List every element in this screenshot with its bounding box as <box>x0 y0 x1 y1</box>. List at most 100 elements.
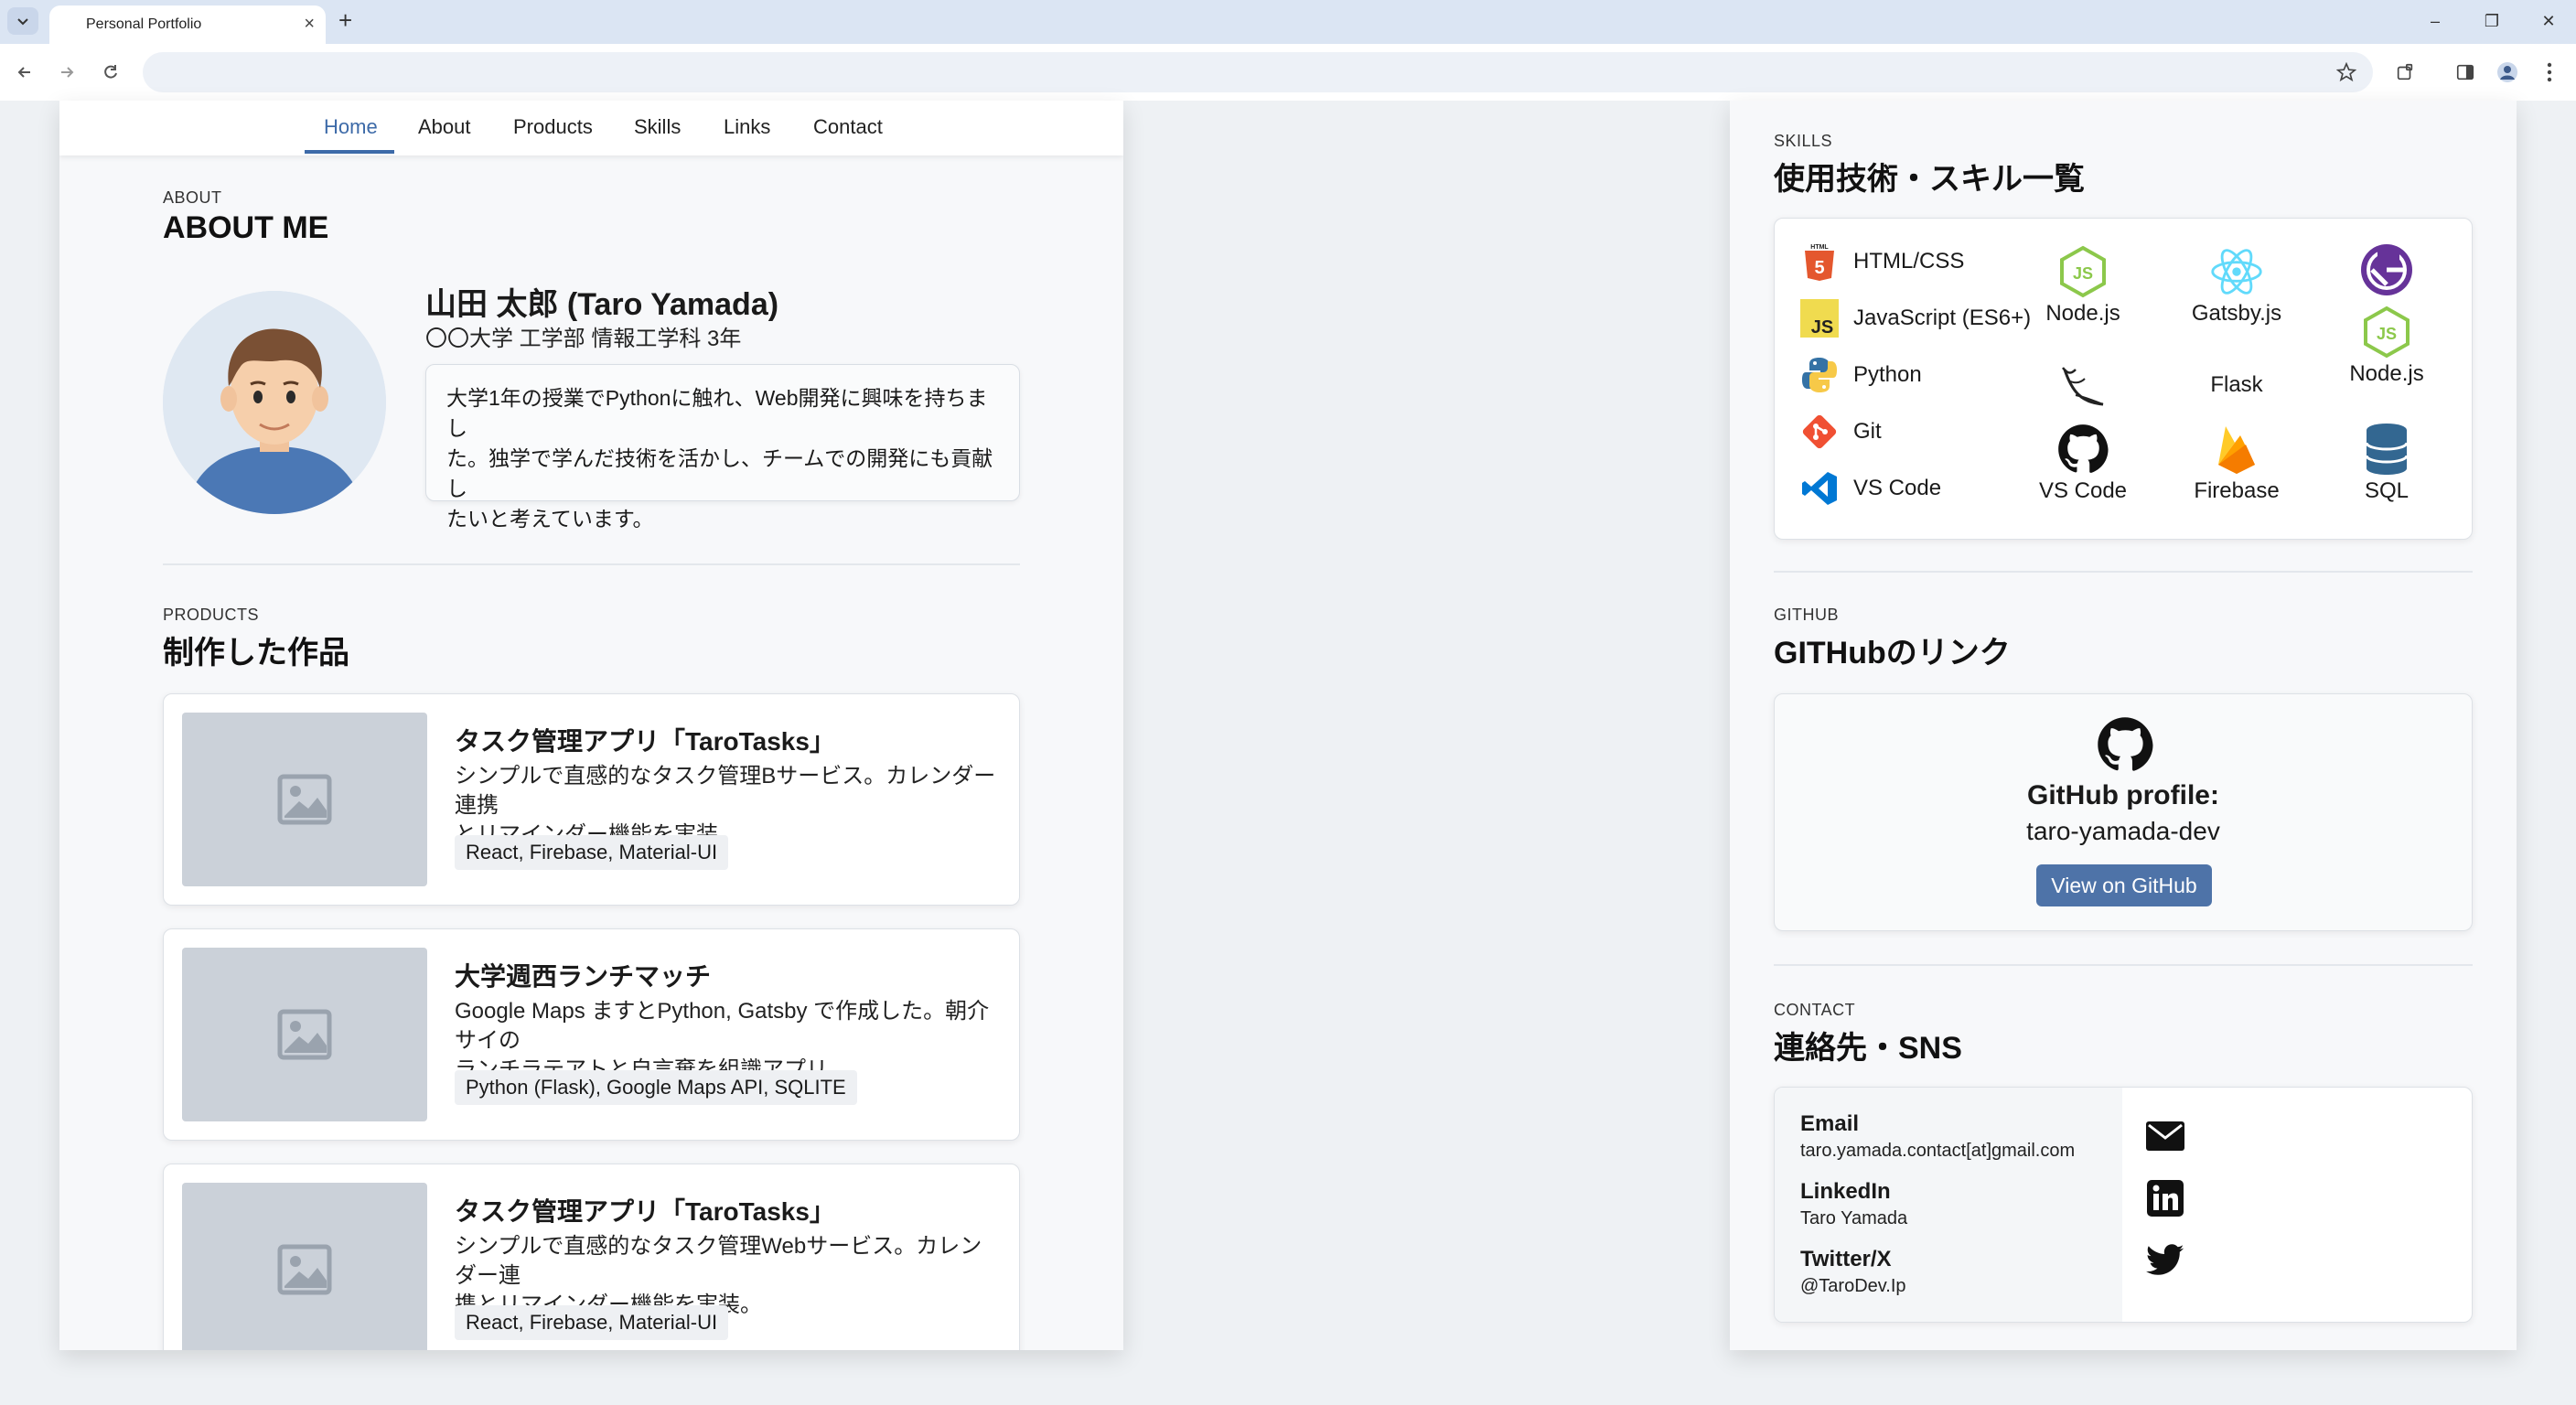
skill-github-vscode: VS Code <box>2014 422 2152 504</box>
contact-card: Email taro.yamada.contact[at]gmail.com L… <box>1774 1087 2473 1323</box>
site-navigation: Home About Products Skills Links Contact <box>59 101 1123 156</box>
skill-git: Git <box>1798 411 1882 453</box>
vscode-icon <box>1798 467 1841 509</box>
about-eyebrow: ABOUT <box>163 188 222 207</box>
side-panel-icon[interactable] <box>2452 59 2479 86</box>
browser-tab[interactable]: Personal Portfolio × <box>49 5 326 44</box>
mail-icon[interactable] <box>2144 1115 2186 1157</box>
skill-sql: SQL <box>2318 422 2455 504</box>
contact-twitter-value[interactable]: @TaroDev.Ip <box>1800 1276 1906 1297</box>
product-card[interactable]: 大学週西ランチマッチ Google Maps ますとPython, Gatsby… <box>163 928 1020 1141</box>
contact-twitter-label: Twitter/X <box>1800 1247 1892 1271</box>
portfolio-right-panel: SKILLS 使用技術・スキル一覧 HTML 5 HTML/CSS JS Java… <box>1730 101 2517 1350</box>
skill-gatsby-graphic <box>2318 242 2455 297</box>
section-divider <box>163 563 1020 565</box>
html5-icon: HTML 5 <box>1798 241 1841 283</box>
svg-text:5: 5 <box>1814 258 1824 278</box>
nav-skills[interactable]: Skills <box>634 115 681 139</box>
product-card[interactable]: タスク管理アプリ「TaroTasks」 シンプルで直感的なタスク管理Bサービス。… <box>163 693 1020 906</box>
close-window-button[interactable]: ✕ <box>2530 7 2567 35</box>
contact-email-value[interactable]: taro.yamada.contact[at]gmail.com <box>1800 1141 2075 1162</box>
extensions-icon[interactable] <box>2391 59 2419 86</box>
avatar-illustration <box>163 291 386 514</box>
linkedin-icon[interactable] <box>2144 1177 2186 1219</box>
svg-text:JS: JS <box>2377 325 2397 343</box>
database-icon <box>2359 422 2414 477</box>
skill-flask: Flask <box>2168 370 2305 398</box>
github-username: taro-yamada-dev <box>2026 817 2220 845</box>
skill-label: Node.js <box>2045 301 2120 326</box>
products-title: 制作した作品 <box>163 636 349 670</box>
svg-text:HTML: HTML <box>1810 244 1829 251</box>
nav-about[interactable]: About <box>418 115 471 139</box>
product-thumbnail <box>182 713 427 886</box>
product-card[interactable]: タスク管理アプリ「TaroTasks」 シンプルで直感的なタスク管理Webサービ… <box>163 1164 1020 1350</box>
nodejs-icon: JS <box>2359 305 2414 359</box>
image-placeholder-icon <box>277 1009 332 1060</box>
skill-label: Node.js <box>2349 361 2424 386</box>
skill-python: Python <box>1798 354 1922 396</box>
image-placeholder-icon <box>277 774 332 825</box>
new-tab-button[interactable]: + <box>338 7 352 33</box>
github-icon <box>2055 422 2110 477</box>
bookmark-star-icon[interactable] <box>2333 59 2360 86</box>
github-eyebrow: GITHUB <box>1774 606 1840 624</box>
twitter-icon[interactable] <box>2144 1239 2186 1282</box>
portfolio-left-panel: Home About Products Skills Links Contact… <box>59 101 1123 1350</box>
skill-label: Git <box>1853 419 1882 444</box>
skill-firebase: Firebase <box>2168 422 2305 504</box>
python-icon <box>1798 354 1841 396</box>
minimize-button[interactable]: – <box>2417 7 2453 35</box>
product-tech-tags: React, Firebase, Material-UI <box>455 835 729 870</box>
skill-node-js-2: JS Node.js <box>2318 305 2455 387</box>
arrow-right-icon <box>61 67 74 78</box>
profile-icon[interactable] <box>2494 59 2521 86</box>
skills-eyebrow: SKILLS <box>1774 132 1833 150</box>
product-title: タスク管理アプリ「TaroTasks」 <box>455 727 835 756</box>
nav-home[interactable]: Home <box>324 115 378 139</box>
contact-email-label: Email <box>1800 1111 1860 1136</box>
bio-line: たいと考えています。 <box>446 507 654 531</box>
nav-contact[interactable]: Contact <box>813 115 883 139</box>
tab-close-icon[interactable]: × <box>304 15 315 33</box>
skill-label: SQL <box>2364 478 2410 503</box>
nav-products[interactable]: Products <box>513 115 593 139</box>
browser-tab-bar: Personal Portfolio × + – ❐ ✕ <box>0 0 2576 44</box>
reload-button[interactable] <box>95 57 126 88</box>
svg-text:JS: JS <box>1811 317 1833 338</box>
avatar <box>163 291 386 514</box>
products-eyebrow: PRODUCTS <box>163 606 260 624</box>
contact-linkedin-value[interactable]: Taro Yamada <box>1800 1208 1907 1229</box>
javascript-icon: JS <box>1798 297 1841 339</box>
contact-linkedin-label: LinkedIn <box>1800 1179 1891 1204</box>
nav-links[interactable]: Links <box>724 115 770 139</box>
nav-active-indicator <box>305 150 394 154</box>
product-desc-line: シンプルで直感的なタスク管理Bサービス。カレンダー連携 <box>455 764 996 818</box>
skill-label: Firebase <box>2194 478 2280 503</box>
skill-javascript: JS JavaScript (ES6+) <box>1798 297 2031 339</box>
product-title: タスク管理アプリ「TaroTasks」 <box>455 1197 835 1226</box>
product-title: 大学週西ランチマッチ <box>455 962 712 991</box>
product-tech-tags: React, Firebase, Material-UI <box>455 1305 729 1340</box>
contact-eyebrow: CONTACT <box>1774 1001 1856 1019</box>
reload-icon <box>104 65 117 79</box>
skills-title: 使用技術・スキル一覧 <box>1774 162 2085 197</box>
address-bar[interactable] <box>143 52 2373 92</box>
view-on-github-button[interactable]: View on GitHub <box>2036 864 2212 906</box>
back-button[interactable] <box>9 57 40 88</box>
contact-title: 連絡先・SNS <box>1774 1031 1962 1066</box>
tab-search-button[interactable] <box>7 7 38 35</box>
svg-text:JS: JS <box>2073 264 2093 283</box>
firebase-icon <box>2209 422 2264 477</box>
github-card: GitHub profile: taro-yamada-dev View on … <box>1774 693 2473 931</box>
skills-card: HTML 5 HTML/CSS JS JavaScript (ES6+) Pyth… <box>1774 218 2473 540</box>
more-menu-icon[interactable] <box>2536 59 2563 86</box>
skill-node-js: JS Node.js <box>2014 244 2152 327</box>
forward-button[interactable] <box>51 57 82 88</box>
image-placeholder-icon <box>277 1244 332 1295</box>
restore-button[interactable]: ❐ <box>2474 7 2510 35</box>
chevron-down-icon <box>17 18 28 26</box>
product-desc-line: Google Maps ますとPython, Gatsby で作成した。朝介サイ… <box>455 999 990 1053</box>
contact-details: Email taro.yamada.contact[at]gmail.com L… <box>1775 1088 2122 1322</box>
skill-label: Gatsby.js <box>2191 301 2282 326</box>
